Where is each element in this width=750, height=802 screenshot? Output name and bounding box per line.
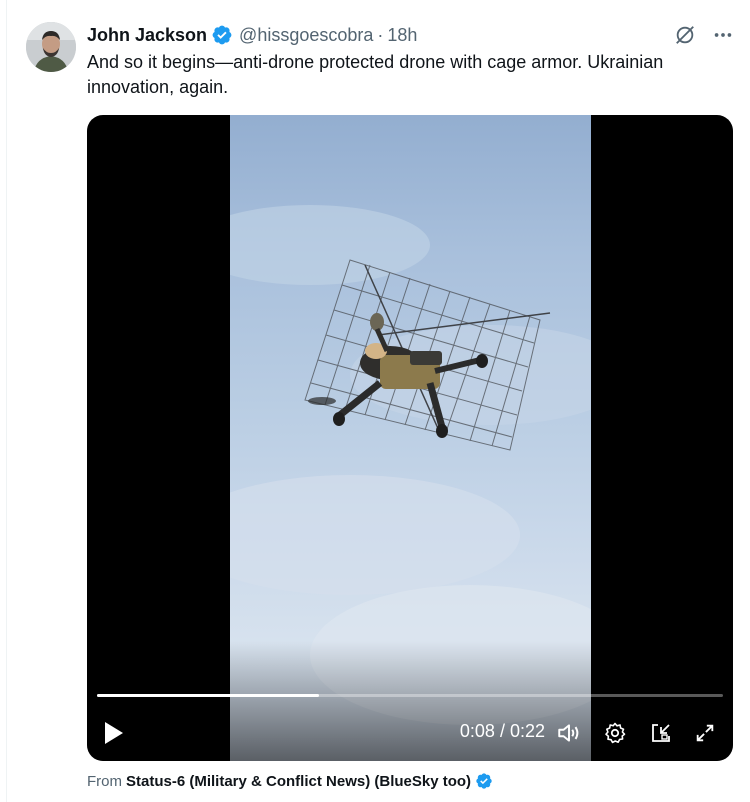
duration: 0:22 — [509, 721, 545, 741]
picture-in-picture-button[interactable] — [647, 719, 675, 747]
avatar[interactable] — [26, 22, 76, 72]
video-progress-fill — [97, 694, 319, 697]
pip-icon — [652, 724, 670, 742]
grok-button[interactable] — [672, 22, 698, 48]
separator-dot: · — [377, 24, 384, 45]
controls-overlay — [87, 641, 733, 761]
video-progress-bar[interactable] — [97, 694, 723, 697]
volume-icon — [558, 724, 579, 742]
avatar-image — [26, 22, 76, 72]
volume-button[interactable] — [555, 719, 583, 747]
tweet-actions-top — [672, 22, 736, 48]
source-account-link[interactable]: Status-6 (Military & Conflict News) (Blu… — [126, 773, 471, 790]
current-time: 0:08 — [459, 721, 495, 741]
handle[interactable]: @hissgoescobra — [239, 25, 373, 46]
more-button[interactable] — [710, 22, 736, 48]
tweet-text: And so it begins—anti-drone protected dr… — [87, 52, 664, 97]
time-separator: / — [494, 721, 510, 741]
fullscreen-icon — [696, 724, 714, 742]
settings-button[interactable] — [601, 719, 629, 747]
play-icon — [105, 722, 123, 744]
video-source-attribution: From Status-6 (Military & Conflict News)… — [87, 772, 493, 790]
video-player[interactable]: 0:08 / 0:22 — [87, 115, 733, 761]
video-timecode: 0:08 / 0:22 — [427, 721, 545, 742]
display-name[interactable]: John Jackson — [87, 25, 207, 46]
fullscreen-button[interactable] — [691, 719, 719, 747]
settings-icon — [605, 722, 626, 744]
timeline-border — [6, 0, 7, 802]
verified-badge-icon[interactable] — [211, 24, 233, 46]
grok-icon — [676, 26, 694, 44]
tweet-header: John Jackson @hissgoescobra · 18h — [87, 22, 417, 48]
source-prefix: From — [87, 772, 122, 790]
timestamp[interactable]: 18h — [387, 25, 417, 46]
verified-badge-icon[interactable] — [475, 772, 493, 790]
more-icon — [714, 33, 732, 37]
play-button[interactable] — [101, 719, 127, 747]
